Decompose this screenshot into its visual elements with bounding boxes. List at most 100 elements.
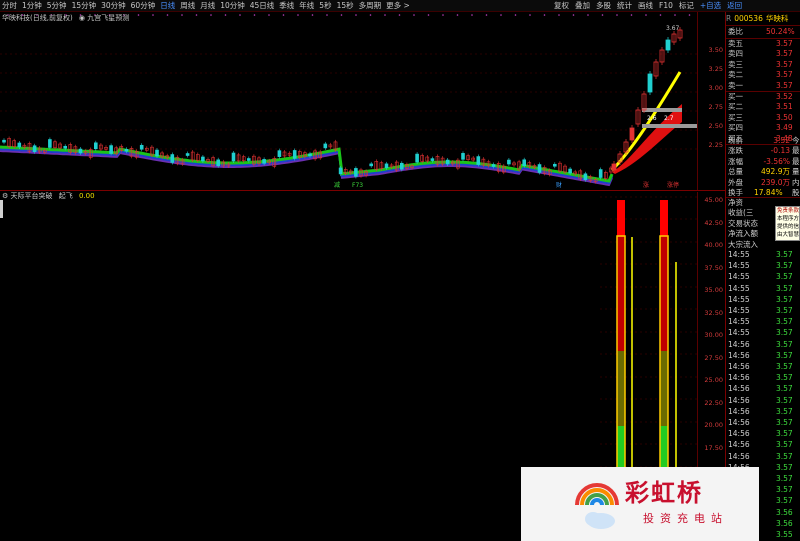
tick-row[interactable]: 14:55 3.57 (726, 306, 800, 316)
tool-button[interactable]: 多股 (596, 0, 611, 12)
buy-row[interactable]: 买四 3.49 (726, 123, 800, 133)
period-tab[interactable]: 1分钟 (22, 0, 42, 12)
box-label: 2.7 (664, 115, 674, 122)
stock-code: 000536 (734, 14, 763, 23)
sell-row[interactable]: 卖一 3.57 (726, 81, 800, 91)
tool-button[interactable]: 返回 (727, 0, 742, 12)
event-mark[interactable]: F73 (352, 182, 363, 189)
tool-button[interactable]: +自选 (700, 0, 721, 12)
tick-row[interactable]: 14:56 3.57 (726, 418, 800, 428)
signal-bar-olive (660, 351, 668, 426)
period-tab[interactable]: 60分钟 (131, 0, 156, 12)
signal-bar-red (617, 200, 625, 236)
period-tab[interactable]: 分时 (2, 0, 17, 12)
sell-row[interactable]: 卖五 3.57 (726, 39, 800, 49)
period-tab[interactable]: 更多 > (386, 0, 410, 12)
buy-row[interactable]: 买一 3.52 (726, 92, 800, 102)
tick-row[interactable]: 14:56 3.57 (726, 452, 800, 462)
period-tab[interactable]: 月线 (200, 0, 215, 12)
buy-price: 3.52 (776, 92, 793, 101)
tick-price: 3.57 (776, 261, 793, 271)
candle-body (461, 153, 465, 160)
tool-button[interactable]: 叠加 (575, 0, 590, 12)
candle-body (476, 156, 481, 165)
period-tab[interactable]: 日线 (160, 0, 175, 12)
sell-row[interactable]: 卖四 3.57 (726, 49, 800, 59)
period-marker (500, 14, 502, 16)
tick-time: 14:56 (728, 339, 750, 349)
buy-row[interactable]: 买二 3.51 (726, 102, 800, 112)
extra-label: 交易状态 (728, 218, 758, 228)
indicator-tick-label: 27.50 (704, 353, 723, 362)
period-tab[interactable]: 15秒 (337, 0, 354, 12)
tick-row[interactable]: 14:55 3.57 (726, 328, 800, 338)
period-marker (297, 14, 299, 16)
tick-row[interactable]: 14:56 3.57 (726, 373, 800, 383)
tool-button[interactable]: 统计 (617, 0, 632, 12)
tool-button[interactable]: 画线 (638, 0, 653, 12)
event-mark[interactable]: 财 (556, 181, 562, 189)
rainbow-logo-icon (575, 483, 619, 529)
tick-row[interactable]: 14:56 3.57 (726, 429, 800, 439)
tick-row[interactable]: 14:56 3.57 (726, 340, 800, 350)
tick-row[interactable]: 14:55 3.57 (726, 250, 800, 260)
tick-time: 14:55 (728, 261, 750, 271)
period-tab[interactable]: 5秒 (319, 0, 331, 12)
period-tab[interactable]: 5分钟 (47, 0, 67, 12)
candle-body (201, 156, 205, 162)
tick-price: 3.56 (776, 507, 793, 517)
period-tab[interactable]: 45日线 (250, 0, 275, 12)
period-tab[interactable]: 周线 (180, 0, 195, 12)
extra-row: 大宗流入 (726, 240, 800, 250)
sell-row[interactable]: 卖二 3.57 (726, 70, 800, 80)
tick-row[interactable]: 14:55 3.57 (726, 261, 800, 271)
panel-divider[interactable] (0, 190, 725, 191)
buy-row[interactable]: 买三 3.50 (726, 113, 800, 123)
period-marker (384, 14, 386, 16)
stock-name: 华映科 (765, 14, 789, 23)
candle-body (583, 173, 588, 181)
tick-row[interactable]: 14:55 3.57 (726, 284, 800, 294)
event-mark[interactable]: 涨停 (667, 181, 679, 189)
tool-button[interactable]: 标记 (679, 0, 694, 12)
tick-row[interactable]: 14:56 3.57 (726, 396, 800, 406)
indicator-tick-label: 35.00 (704, 286, 723, 294)
tick-row[interactable]: 14:56 3.57 (726, 440, 800, 450)
tool-button[interactable]: F10 (659, 0, 673, 12)
stat-value: -3.56% (763, 156, 790, 166)
period-marker (326, 14, 328, 16)
kline-chart[interactable]: 2.6 2.7 3.67 减 F73 财 涨 涨停 (0, 12, 697, 190)
price-tick-label: 2.25 (708, 141, 723, 149)
event-mark[interactable]: 减 (334, 181, 340, 189)
period-marker (340, 14, 343, 16)
high-marker: 3.67 (666, 25, 680, 32)
tick-row[interactable]: 14:56 3.57 (726, 351, 800, 361)
buy-label: 买四 (728, 123, 743, 133)
period-tab[interactable]: 年线 (299, 0, 314, 12)
tick-row[interactable]: 14:55 3.57 (726, 272, 800, 282)
tick-row[interactable]: 14:55 3.57 (726, 295, 800, 305)
tick-price: 3.57 (776, 418, 793, 427)
period-marker (529, 14, 531, 16)
panel-handle[interactable] (0, 200, 3, 218)
buy-label: 买二 (728, 102, 743, 112)
tool-button[interactable]: 复权 (554, 0, 569, 12)
tick-row[interactable]: 14:55 3.57 (726, 317, 800, 327)
indicator-gear-icon[interactable]: ⚙ (2, 192, 8, 200)
indicator-label[interactable]: ◉ 九宫飞星预测 (79, 14, 129, 22)
period-tab[interactable]: 多周期 (359, 0, 382, 12)
event-mark[interactable]: 涨 (643, 181, 649, 189)
period-tab[interactable]: 15分钟 (72, 0, 97, 12)
period-marker (572, 14, 575, 16)
period-marker (398, 14, 401, 16)
candle-body (598, 169, 603, 178)
period-tab[interactable]: 10分钟 (220, 0, 245, 12)
tick-row[interactable]: 14:56 3.57 (726, 362, 800, 372)
tick-row[interactable]: 14:56 3.57 (726, 384, 800, 394)
indicator-tick-label: 22.50 (704, 398, 723, 407)
sell-row[interactable]: 卖三 3.57 (726, 60, 800, 70)
period-tab[interactable]: 季线 (279, 0, 294, 12)
period-tab[interactable]: 30分钟 (101, 0, 126, 12)
tick-row[interactable]: 14:56 3.57 (726, 407, 800, 417)
candle-body (568, 168, 572, 174)
